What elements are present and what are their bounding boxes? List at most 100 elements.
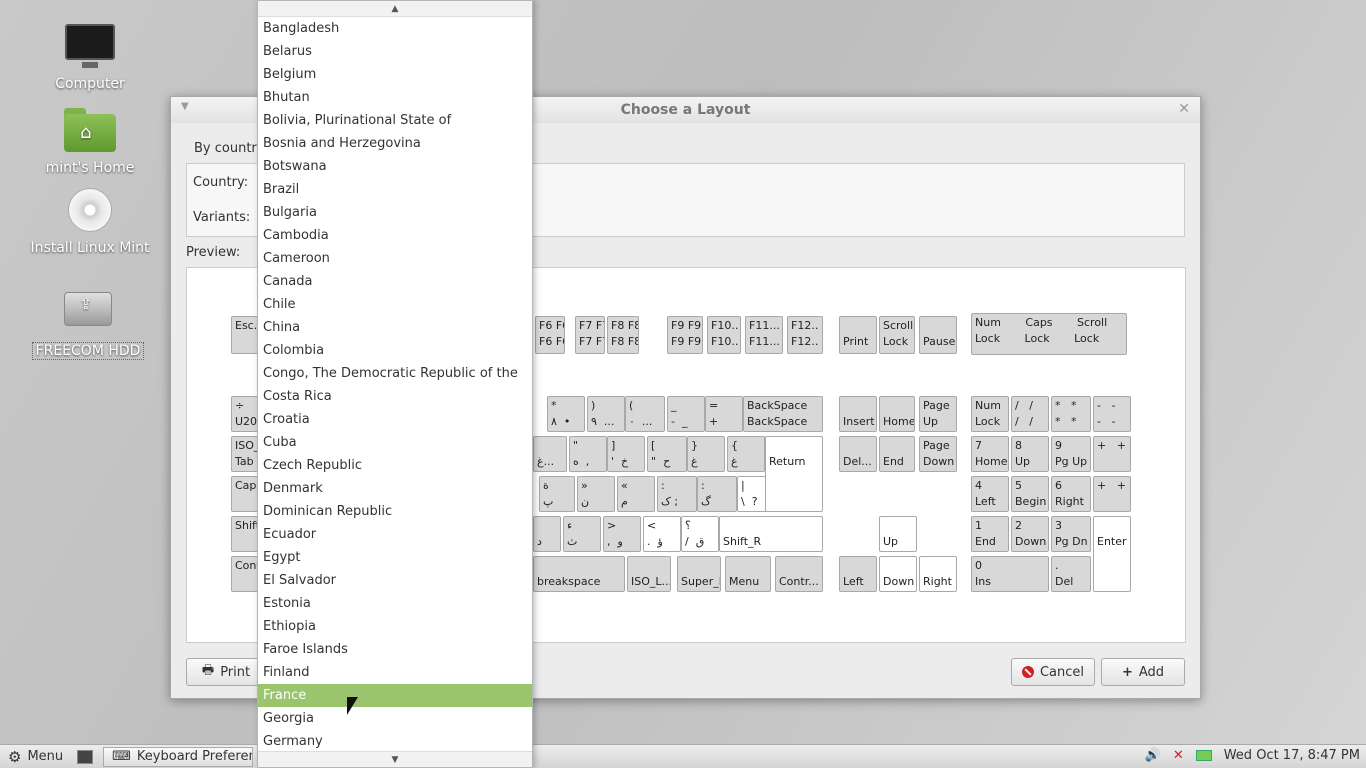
gear-icon: ⚙ — [8, 747, 22, 766]
scroll-down-arrow-icon[interactable]: ▼ — [258, 751, 532, 767]
taskbar-window-button[interactable]: ⌨ Keyboard Preferences — [103, 746, 254, 767]
desktop-icon-hdd[interactable]: ⇪ FREECOM HDD — [28, 288, 148, 360]
country-list-item[interactable]: Dominican Republic — [258, 500, 532, 523]
tab-by-country[interactable]: By country — [194, 141, 264, 156]
keyboard-key: . Del — [1051, 556, 1091, 592]
country-list-item[interactable]: Estonia — [258, 592, 532, 615]
close-icon[interactable]: ✕ — [1178, 101, 1190, 117]
keyboard-key: غ... — [533, 436, 567, 472]
keyboard-key: Pause — [919, 316, 957, 354]
country-list-item[interactable]: Colombia — [258, 339, 532, 362]
keyboard-key: Right — [919, 556, 957, 592]
keyboard-icon: ⌨ — [112, 749, 131, 764]
keyboard-key: Up — [879, 516, 917, 552]
country-list-item[interactable]: Ecuador — [258, 523, 532, 546]
country-list-item[interactable]: El Salvador — [258, 569, 532, 592]
start-menu-button[interactable]: ⚙ Menu — [0, 748, 71, 766]
keyboard-key: Scroll Lock — [879, 316, 915, 354]
print-button[interactable]: 🖶 Print — [186, 658, 266, 686]
country-list-item[interactable]: Georgia — [258, 707, 532, 730]
keyboard-key: Num Caps Scroll Lock Lock Lock — [971, 313, 1127, 355]
desktop-icon-computer[interactable]: Computer — [30, 22, 150, 92]
keyboard-key: F11... F11... — [745, 316, 783, 354]
keyboard-key: F8 F8 F8 F8 — [607, 316, 639, 354]
keyboard-key: 1 End — [971, 516, 1009, 552]
country-list-item[interactable]: Brazil — [258, 178, 532, 201]
desktop-icon-home[interactable]: ⌂ mint's Home — [30, 106, 150, 176]
country-list-item[interactable]: Bulgaria — [258, 201, 532, 224]
clock[interactable]: Wed Oct 17, 8:47 PM — [1224, 748, 1360, 763]
country-list-item[interactable]: Botswana — [258, 155, 532, 178]
volume-icon[interactable]: 🔊 — [1145, 748, 1161, 763]
country-list-item[interactable]: Ethiopia — [258, 615, 532, 638]
keyboard-key: " ه , — [569, 436, 607, 472]
country-list-item[interactable]: Czech Republic — [258, 454, 532, 477]
keyboard-key: 8 Up — [1011, 436, 1049, 472]
keyboard-key: Del... — [839, 436, 877, 472]
computer-icon — [62, 22, 118, 72]
keyboard-key: < . ؤ — [643, 516, 681, 552]
print-button-label: Print — [220, 664, 251, 680]
network-icon[interactable]: ✕ — [1173, 748, 1184, 763]
country-list-item[interactable]: Bangladesh — [258, 17, 532, 40]
keyboard-key: 2 Down — [1011, 516, 1049, 552]
keyboard-key: 7 Home — [971, 436, 1009, 472]
keyboard-key: « م — [617, 476, 655, 512]
country-list-item[interactable]: Canada — [258, 270, 532, 293]
country-list-item[interactable]: Belarus — [258, 40, 532, 63]
keyboard-key: : ک ; — [657, 476, 697, 512]
country-list-item[interactable]: Germany — [258, 730, 532, 753]
keyboard-key: Page Up — [919, 396, 957, 432]
keyboard-key: * ٨ • — [547, 396, 585, 432]
country-list-item[interactable]: Bosnia and Herzegovina — [258, 132, 532, 155]
country-list-item[interactable]: Bhutan — [258, 86, 532, 109]
country-list-item[interactable]: Congo, The Democratic Republic of the — [258, 362, 532, 385]
country-list-item[interactable]: Denmark — [258, 477, 532, 500]
country-list-item[interactable]: Costa Rica — [258, 385, 532, 408]
keyboard-key: breakspace — [533, 556, 625, 592]
scroll-up-arrow-icon[interactable]: ▲ — [258, 1, 532, 17]
keyboard-key: F6 F6 F6 F6 — [535, 316, 565, 354]
menu-label: Menu — [27, 749, 64, 764]
system-tray: 🔊 ✕ Wed Oct 17, 8:47 PM — [1145, 748, 1360, 763]
country-list-item[interactable]: Finland — [258, 661, 532, 684]
country-list-item[interactable]: Chile — [258, 293, 532, 316]
variants-label: Variants: — [193, 210, 251, 225]
home-folder-icon: ⌂ — [62, 106, 118, 156]
country-list-item[interactable]: Faroe Islands — [258, 638, 532, 661]
country-list-item[interactable]: France — [258, 684, 532, 707]
keyboard-key: BackSpace BackSpace — [743, 396, 823, 432]
keyboard-key: 3 Pg Dn — [1051, 516, 1091, 552]
keyboard-key: - - - - — [1093, 396, 1131, 432]
keyboard-key: 9 Pg Up — [1051, 436, 1091, 472]
country-list-item[interactable]: Cuba — [258, 431, 532, 454]
keyboard-key: ؟ / ق — [681, 516, 719, 552]
country-list-item[interactable]: Egypt — [258, 546, 532, 569]
country-list-item[interactable]: Cambodia — [258, 224, 532, 247]
keyboard-key: Left — [839, 556, 877, 592]
keyboard-key: / / / / — [1011, 396, 1049, 432]
country-list-item[interactable]: Bolivia, Plurinational State of — [258, 109, 532, 132]
country-list-item[interactable]: Belgium — [258, 63, 532, 86]
keyboard-key: 5 Begin — [1011, 476, 1049, 512]
cancel-button[interactable]: Cancel — [1011, 658, 1095, 686]
add-button[interactable]: + Add — [1101, 658, 1185, 686]
mouse-pointer-icon — [347, 697, 358, 715]
country-list-item[interactable]: Croatia — [258, 408, 532, 431]
taskbar: ⚙ Menu ⌨ Keyboard Preferences 🔊 ✕ Wed Oc… — [0, 744, 1366, 768]
keyboard-key: F7 F7 F7 F7 — [575, 316, 605, 354]
terminal-launcher-icon[interactable] — [77, 749, 94, 764]
keyboard-key: _ - _ — [667, 396, 705, 432]
keyboard-key: F12.. F12.. — [787, 316, 823, 354]
battery-icon[interactable] — [1195, 750, 1212, 761]
keyboard-key: ISO_L... — [627, 556, 671, 592]
country-list: Bangladesh Belarus Belgium Bhutan Bolivia, P… — [258, 17, 532, 753]
country-list-item[interactable]: Cameroon — [258, 247, 532, 270]
printer-icon: 🖶 — [201, 663, 215, 678]
country-list-item[interactable]: China — [258, 316, 532, 339]
desktop-icon-install[interactable]: Install Linux Mint — [30, 186, 150, 256]
keyboard-key: { غ — [727, 436, 765, 472]
country-dropdown-list[interactable]: ▲ Bangladesh Belarus Belgium Bhutan Bolivia,… — [257, 0, 533, 768]
keyboard-key: ة پ — [539, 476, 575, 512]
keyboard-key: F9 F9 F9 F9 — [667, 316, 703, 354]
